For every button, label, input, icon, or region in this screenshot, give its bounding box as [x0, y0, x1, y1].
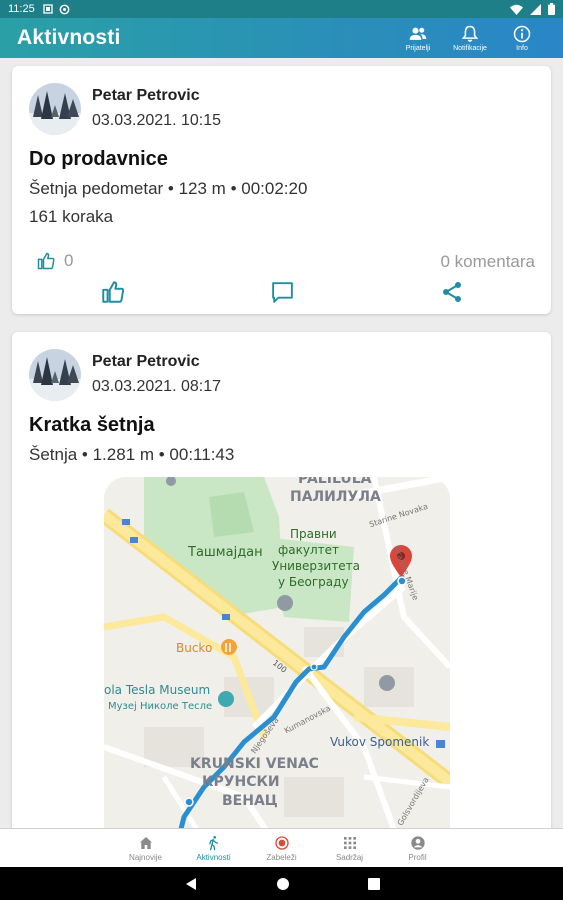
- activity-meta: Šetnja pedometar • 123 m • 00:02:20: [29, 179, 308, 198]
- like-button[interactable]: [100, 279, 126, 305]
- nav-item-sadrzaj[interactable]: Sadržaj: [316, 829, 384, 867]
- comment-button[interactable]: [269, 279, 295, 305]
- activity-steps: 161 koraka: [29, 207, 114, 226]
- status-bar: 11:25: [0, 0, 563, 18]
- like-count: 0: [36, 251, 73, 271]
- system-navigation-bar: [0, 867, 563, 900]
- status-time: 11:25: [8, 3, 35, 15]
- activity-title: Do prodavnice: [29, 148, 168, 170]
- nav-item-zabelezi[interactable]: Zabeleži: [248, 829, 316, 867]
- nav-label: Sadržaj: [335, 853, 364, 862]
- comment-count[interactable]: 0 komentara: [441, 252, 536, 272]
- share-icon: [443, 282, 461, 302]
- recents-icon[interactable]: [367, 877, 380, 890]
- user-name[interactable]: Petar Petrovic: [92, 87, 200, 105]
- nav-item-najnovije[interactable]: Najnovije: [112, 829, 180, 867]
- people-icon: [409, 27, 427, 40]
- friends-label: Prijatelji: [405, 45, 431, 52]
- map-label-faculty: Правни: [290, 527, 337, 541]
- activity-card[interactable]: Petar Petrovic 03.03.2021. 10:15 Do prod…: [12, 66, 551, 314]
- nav-label: Aktivnosti: [196, 853, 231, 862]
- info-icon: [513, 25, 531, 43]
- map-label-faculty: у Београду: [278, 575, 349, 589]
- route-map[interactable]: PALILULA ПАЛИЛУЛА Starine Novaka Ташмајд…: [104, 477, 450, 828]
- profile-icon: [410, 836, 425, 850]
- map-label-museum-cyr: Музеј Николе Тесле: [108, 701, 213, 712]
- data-saver-icon: [59, 4, 70, 14]
- map-label-krunski-cyr: ВЕНАЦ: [222, 793, 278, 809]
- map-label-krunski: KRUNSKI VENAC: [190, 756, 319, 772]
- nav-item-aktivnosti[interactable]: Aktivnosti: [180, 829, 248, 867]
- wifi-icon: [510, 4, 523, 15]
- sim-icon: [43, 4, 53, 14]
- bottom-navigation: Najnovije Aktivnosti Zabeleži Sadržaj Pr…: [0, 828, 563, 867]
- back-icon[interactable]: [184, 877, 198, 891]
- page-title: Aktivnosti: [17, 26, 121, 49]
- map-label-bucko: Bucko: [176, 641, 213, 655]
- map-label-vukov: Vukov Spomenik: [330, 735, 430, 749]
- info-label: Info: [516, 45, 528, 52]
- map-label-museum: ola Tesla Museum: [104, 683, 211, 697]
- info-button[interactable]: Info: [499, 24, 545, 52]
- thumbs-up-icon: [37, 252, 55, 270]
- post-date: 03.03.2021. 08:17: [92, 378, 222, 395]
- nav-item-profil[interactable]: Profil: [384, 829, 452, 867]
- activity-card[interactable]: Petar Petrovic 03.03.2021. 08:17 Kratka …: [12, 332, 551, 828]
- walk-icon: [208, 836, 218, 851]
- map-label-tasmajdan: Ташмајдан: [188, 545, 263, 560]
- map-label-palilula-cyr: ПАЛИЛУЛА: [290, 489, 381, 505]
- notifications-label: Notifikacije: [453, 45, 487, 52]
- record-icon: [274, 836, 289, 850]
- avatar[interactable]: [29, 83, 81, 135]
- map-label-faculty: Универзитета: [272, 559, 360, 573]
- post-date: 03.03.2021. 10:15: [92, 112, 222, 129]
- avatar[interactable]: [29, 349, 81, 401]
- map-label-faculty: факултет: [278, 543, 339, 557]
- user-name[interactable]: Petar Petrovic: [92, 353, 200, 371]
- activity-title: Kratka šetnja: [29, 414, 155, 436]
- home-button-icon[interactable]: [276, 877, 290, 891]
- share-button[interactable]: [439, 279, 465, 305]
- nav-label: Najnovije: [129, 853, 162, 862]
- nav-label: Zabeleži: [266, 853, 297, 862]
- thumbs-up-icon: [102, 281, 125, 303]
- grid-icon: [343, 837, 356, 849]
- friends-button[interactable]: Prijatelji: [395, 24, 441, 52]
- like-count-value: 0: [64, 251, 74, 270]
- home-icon: [139, 837, 152, 849]
- activity-feed[interactable]: Petar Petrovic 03.03.2021. 10:15 Do prod…: [0, 58, 563, 828]
- notifications-button[interactable]: Notifikacije: [447, 24, 493, 52]
- bell-icon: [461, 25, 479, 42]
- map-label-palilula: PALILULA: [298, 477, 372, 487]
- map-label-krunski-cyr: КРУНСКИ: [202, 774, 280, 790]
- comment-icon: [271, 281, 293, 303]
- activity-meta: Šetnja • 1.281 m • 00:11:43: [29, 445, 235, 464]
- nav-label: Profil: [408, 853, 427, 862]
- signal-icon: [530, 3, 541, 15]
- battery-icon: [548, 3, 555, 15]
- app-bar: Aktivnosti Prijatelji Notifikacije Info: [0, 18, 563, 58]
